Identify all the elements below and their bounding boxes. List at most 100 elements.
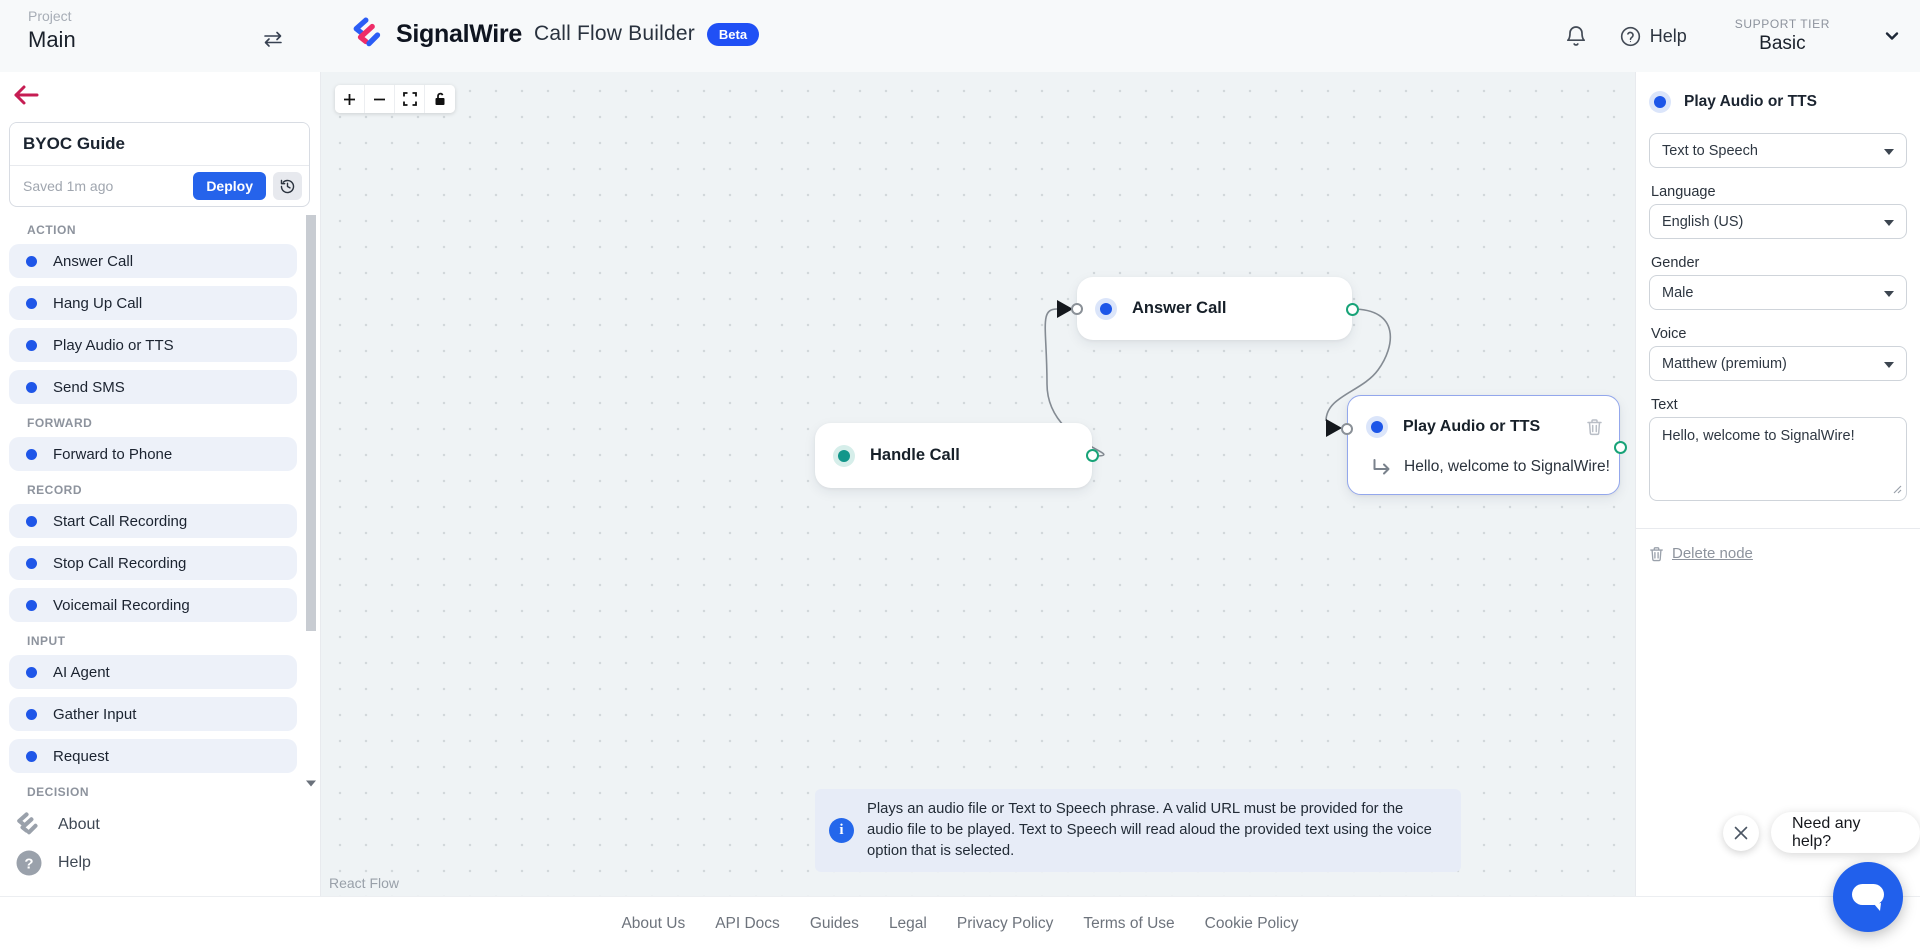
palette-item-label: Request xyxy=(53,748,109,765)
zoom-in-button[interactable] xyxy=(335,85,365,113)
sidebar-scrollbar[interactable] xyxy=(306,215,316,631)
palette-item-ai-agent[interactable]: AI Agent xyxy=(9,655,297,689)
palette-item-play-audio-or-tts[interactable]: Play Audio or TTS xyxy=(9,328,297,362)
palette-item-send-sms[interactable]: Send SMS xyxy=(9,370,297,404)
palette-item-gather-input[interactable]: Gather Input xyxy=(9,697,297,731)
brand-name: SignalWire xyxy=(396,20,522,49)
help-menu[interactable]: Help xyxy=(1619,25,1687,48)
account-chevron-down-icon[interactable] xyxy=(1882,26,1902,46)
support-tier-value: Basic xyxy=(1735,33,1830,55)
footer-link-guides[interactable]: Guides xyxy=(810,915,859,933)
field-label-language: Language xyxy=(1651,184,1907,200)
node-dot-icon xyxy=(26,667,37,678)
target-handle[interactable] xyxy=(1071,303,1083,315)
palette-item-label: Answer Call xyxy=(53,253,133,270)
field-label-voice: Voice xyxy=(1651,326,1907,342)
palette-item-answer-call[interactable]: Answer Call xyxy=(9,244,297,278)
canvas-controls xyxy=(335,85,455,113)
footer-link-about-us[interactable]: About Us xyxy=(621,915,685,933)
palette-item-request[interactable]: Request xyxy=(9,739,297,773)
sidebar-item-about[interactable]: About xyxy=(16,810,100,840)
tts-text-input[interactable]: Hello, welcome to SignalWire! xyxy=(1649,417,1907,501)
source-handle[interactable] xyxy=(1614,441,1627,454)
node-play-audio-or-tts[interactable]: Play Audio or TTS Hello, welcome to Sign… xyxy=(1347,395,1620,495)
palette-item-label: Voicemail Recording xyxy=(53,597,190,614)
select-gender[interactable]: Male xyxy=(1649,275,1907,310)
footer-link-api-docs[interactable]: API Docs xyxy=(715,915,780,933)
section-label-decision: DECISION xyxy=(27,785,297,797)
info-icon: i xyxy=(829,818,854,843)
source-handle[interactable] xyxy=(1346,303,1359,316)
delete-node-label: Delete node xyxy=(1672,545,1753,562)
node-dot-icon xyxy=(26,600,37,611)
node-inspector-panel: Play Audio or TTS Text to Speech Languag… xyxy=(1635,72,1920,896)
select-play-type[interactable]: Text to Speech xyxy=(1649,133,1907,168)
palette-item-stop-call-recording[interactable]: Stop Call Recording xyxy=(9,546,297,580)
back-arrow-icon[interactable] xyxy=(12,82,42,110)
svg-text:?: ? xyxy=(24,856,33,873)
section-label-forward: FORWARD xyxy=(27,416,297,430)
flow-canvas[interactable]: Handle Call Answer Call Play Audio or TT… xyxy=(321,72,1635,896)
scroll-down-arrow-icon[interactable] xyxy=(305,777,317,789)
fit-view-button[interactable] xyxy=(395,85,425,113)
source-handle[interactable] xyxy=(1086,449,1099,462)
footer-link-cookie-policy[interactable]: Cookie Policy xyxy=(1205,915,1299,933)
zoom-out-button[interactable] xyxy=(365,85,395,113)
select-language[interactable]: English (US) xyxy=(1649,204,1907,239)
select-value: Text to Speech xyxy=(1662,143,1758,159)
select-voice[interactable]: Matthew (premium) xyxy=(1649,346,1907,381)
palette-item-voicemail-recording[interactable]: Voicemail Recording xyxy=(9,588,297,622)
react-flow-attribution[interactable]: React Flow xyxy=(323,873,405,893)
page-title: Call Flow Builder xyxy=(534,22,695,46)
palette-item-label: Hang Up Call xyxy=(53,295,142,312)
chat-prompt-bubble[interactable]: Need any help? xyxy=(1771,812,1920,853)
deploy-button[interactable]: Deploy xyxy=(193,172,266,200)
top-header: Project Main SignalWire Call Flow Builde… xyxy=(0,0,1920,72)
text-field-label: Text xyxy=(1651,397,1907,413)
delete-node-button[interactable]: Delete node xyxy=(1649,545,1907,562)
palette-item-forward-to-phone[interactable]: Forward to Phone xyxy=(9,437,297,471)
support-tier-label: SUPPORT TIER xyxy=(1735,17,1830,31)
node-dot-icon xyxy=(26,709,37,720)
sidebar-item-help[interactable]: ? Help xyxy=(16,850,91,876)
trash-icon xyxy=(1649,546,1664,562)
palette-item-label: Gather Input xyxy=(53,706,136,723)
palette-item-start-call-recording[interactable]: Start Call Recording xyxy=(9,504,297,538)
divider xyxy=(1636,528,1920,529)
footer-link-legal[interactable]: Legal xyxy=(889,915,927,933)
field-label-gender: Gender xyxy=(1651,255,1907,271)
footer-link-privacy-policy[interactable]: Privacy Policy xyxy=(957,915,1053,933)
signalwire-logo-icon xyxy=(352,14,386,54)
palette-item-hang-up-call[interactable]: Hang Up Call xyxy=(9,286,297,320)
palette-item-label: Send SMS xyxy=(53,379,125,396)
help-label: Help xyxy=(1650,26,1687,47)
notifications-bell-icon[interactable] xyxy=(1559,19,1593,53)
node-trash-icon[interactable] xyxy=(1586,418,1603,436)
target-handle[interactable] xyxy=(1341,423,1353,435)
project-label: Project xyxy=(28,8,76,24)
node-answer-call[interactable]: Answer Call xyxy=(1077,277,1352,340)
left-sidebar: Saved 1m ago Deploy ACTIONAnswer CallHan… xyxy=(0,72,321,896)
flow-name-input[interactable] xyxy=(10,123,309,165)
history-clock-icon xyxy=(279,178,296,195)
node-description-box: i Plays an audio file or Text to Speech … xyxy=(815,789,1461,872)
select-value: Matthew (premium) xyxy=(1662,356,1787,372)
version-history-button[interactable] xyxy=(273,172,302,200)
page-footer: About Us API Docs Guides Legal Privacy Polic… xyxy=(0,896,1920,951)
node-subtitle: Hello, welcome to SignalWire! xyxy=(1404,458,1610,476)
help-label: Help xyxy=(58,854,91,872)
node-title: Answer Call xyxy=(1132,299,1226,318)
lock-toggle-button[interactable] xyxy=(425,85,455,113)
close-icon xyxy=(1733,825,1749,841)
chat-launcher-button[interactable] xyxy=(1833,862,1903,932)
footer-link-terms-of-use[interactable]: Terms of Use xyxy=(1083,915,1174,933)
node-handle-call[interactable]: Handle Call xyxy=(815,423,1092,488)
resize-grip-icon[interactable] xyxy=(1893,481,1902,499)
chat-close-button[interactable] xyxy=(1723,815,1759,851)
inspector-title: Play Audio or TTS xyxy=(1684,93,1817,111)
inspector-fields: Language English (US) Gender Male Voice Matth… xyxy=(1649,184,1907,381)
section-label-action: ACTION xyxy=(27,223,297,237)
project-switcher[interactable]: Project Main xyxy=(28,8,76,53)
chevron-down-icon xyxy=(1884,149,1894,155)
switch-project-icon[interactable] xyxy=(258,24,288,54)
